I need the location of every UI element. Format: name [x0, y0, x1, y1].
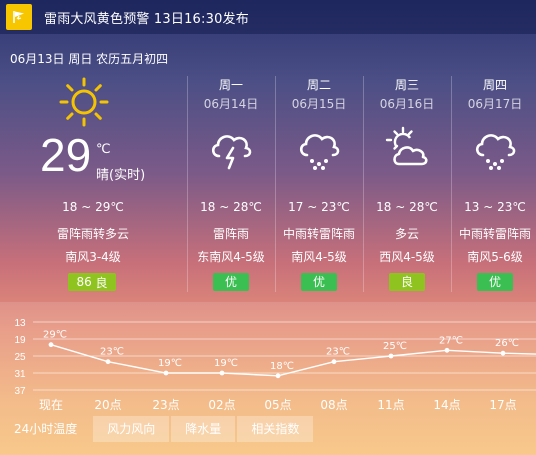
x-tick-label: 现在	[39, 398, 63, 412]
x-tick-label: 08点	[320, 398, 347, 412]
temperature-point	[163, 370, 169, 376]
forecast-date: 06月14日	[203, 97, 259, 111]
temperature-data-label: 27℃	[439, 335, 463, 346]
forecast-date: 06月15日	[291, 97, 347, 111]
temperature-data-label: 29℃	[43, 330, 67, 341]
rain-cloud-icon	[299, 134, 340, 170]
alert-text: 雷雨大风黄色预警 13日16:30发布	[44, 11, 249, 27]
current-condition: 晴(实时)	[96, 168, 146, 183]
forecast-wind: 西风4-5级	[379, 250, 435, 264]
today-date-line: 06月13日 周日 农历五月初四	[10, 52, 169, 66]
x-tick-label: 14点	[433, 398, 460, 412]
forecast-temp-range: 17 ~ 23℃	[288, 200, 350, 214]
thunder-cloud-icon	[211, 135, 252, 170]
temperature-unit: ℃	[96, 142, 111, 157]
temperature-data-label: 19℃	[214, 358, 238, 369]
temperature-data-label: 25℃	[383, 341, 407, 352]
forecast-date: 06月17日	[467, 97, 523, 111]
temperature-point	[500, 350, 506, 356]
forecast-aqi-badge[interactable]: 优	[213, 273, 249, 291]
temperature-data-label: 23℃	[326, 347, 350, 358]
hourly-temperature-chart: 37 31 25 19 13 29℃ 现在 23℃ 20点 19℃ 23点 19℃ 02点 18℃ 05点 2…	[14, 318, 536, 412]
rain-cloud-icon	[475, 134, 516, 170]
forecast-weather: 中雨转雷阵雨	[282, 227, 355, 241]
x-tick-label: 20点	[94, 398, 121, 412]
forecast-wind: 南风5-6级	[467, 250, 523, 264]
forecast-temp-range: 18 ~ 28℃	[200, 200, 262, 214]
temperature-point	[388, 353, 394, 359]
forecast-day[interactable]: 周四 06月17日 13 ~ 23℃ 中雨转雷阵雨 南风5-6级 优	[451, 76, 536, 296]
weather-alert-bar[interactable]: 雷雨大风黄色预警 13日16:30发布	[0, 0, 536, 34]
warning-flag-icon	[6, 4, 32, 30]
temperature-data-label: 18℃	[270, 361, 294, 372]
temperature-data-label: 23℃	[100, 347, 124, 358]
forecast-weekday: 周三	[394, 78, 419, 92]
y-tick-label: 19	[14, 335, 26, 346]
temperature-data-label: 19℃	[158, 358, 182, 369]
forecast-aqi-badge[interactable]: 良	[389, 273, 425, 291]
forecast-weather: 中雨转雷阵雨	[458, 227, 531, 241]
aqi-label: 良	[95, 275, 108, 290]
forecast-temp-range: 18 ~ 28℃	[376, 200, 438, 214]
forecast-day[interactable]: 周一 06月14日 18 ~ 28℃ 雷阵雨 东南风4-5级 优	[187, 76, 275, 296]
forecast-weather: 雷阵雨	[212, 227, 249, 241]
temperature-point	[331, 359, 337, 365]
sun-cloud-icon	[385, 126, 428, 166]
today-panel: 29 ℃ 晴(实时) 18 ~ 29℃ 雷阵雨转多云 南风3-4级 86 良	[0, 76, 186, 300]
forecast-aqi-badge[interactable]: 优	[477, 273, 513, 291]
forecast-day[interactable]: 周三 06月16日 18 ~ 28℃ 多云 西风4-5级 良	[363, 76, 451, 296]
forecast-wind: 南风4-5级	[291, 250, 347, 264]
forecast-weekday: 周一	[218, 78, 243, 92]
y-tick-label: 31	[14, 369, 26, 380]
today-weather: 雷阵雨转多云	[56, 227, 129, 241]
y-tick-label: 25	[14, 352, 26, 363]
temperature-point	[275, 373, 281, 379]
tab-precipitation[interactable]: 降水量	[171, 416, 236, 442]
temperature-point	[444, 347, 450, 353]
temperature-point	[105, 359, 111, 365]
temperature-point	[219, 370, 225, 376]
temperature-data-label: 26℃	[495, 338, 519, 349]
tab-24h-temperature[interactable]: 24小时温度	[0, 416, 91, 442]
today-temp-range: 18 ~ 29℃	[62, 200, 124, 214]
x-tick-label: 11点	[377, 398, 404, 412]
forecast-date: 06月16日	[379, 97, 435, 111]
sun-icon	[59, 77, 109, 127]
forecast-weekday: 周四	[482, 78, 507, 92]
tab-wind[interactable]: 风力风向	[93, 416, 170, 442]
forecast-temp-range: 13 ~ 23℃	[464, 200, 526, 214]
weather-widget: 雷雨大风黄色预警 13日16:30发布 06月13日 周日 农历五月初四 29 …	[0, 0, 536, 455]
tab-related-index[interactable]: 相关指数	[237, 416, 314, 442]
today-aqi-badge[interactable]: 86 良	[68, 273, 116, 291]
y-tick-label: 37	[14, 386, 26, 397]
x-tick-label: 02点	[208, 398, 235, 412]
forecast-weather: 多云	[394, 227, 419, 241]
current-temperature: 29	[40, 129, 92, 181]
x-tick-label: 17点	[489, 398, 516, 412]
forecast-weekday: 周二	[306, 78, 331, 92]
y-tick-label: 13	[14, 318, 26, 329]
aqi-value: 86	[76, 275, 92, 289]
today-wind: 南风3-4级	[65, 250, 121, 264]
temperature-point	[48, 342, 54, 348]
x-tick-label: 23点	[152, 398, 179, 412]
forecast-aqi-badge[interactable]: 优	[301, 273, 337, 291]
forecast-day[interactable]: 周二 06月15日 17 ~ 23℃ 中雨转雷阵雨 南风4-5级 优	[275, 76, 363, 296]
forecast-wind: 东南风4-5级	[197, 250, 265, 264]
x-tick-label: 05点	[264, 398, 291, 412]
chart-tabs: 24小时温度 风力风向 降水量 相关指数	[0, 416, 315, 442]
